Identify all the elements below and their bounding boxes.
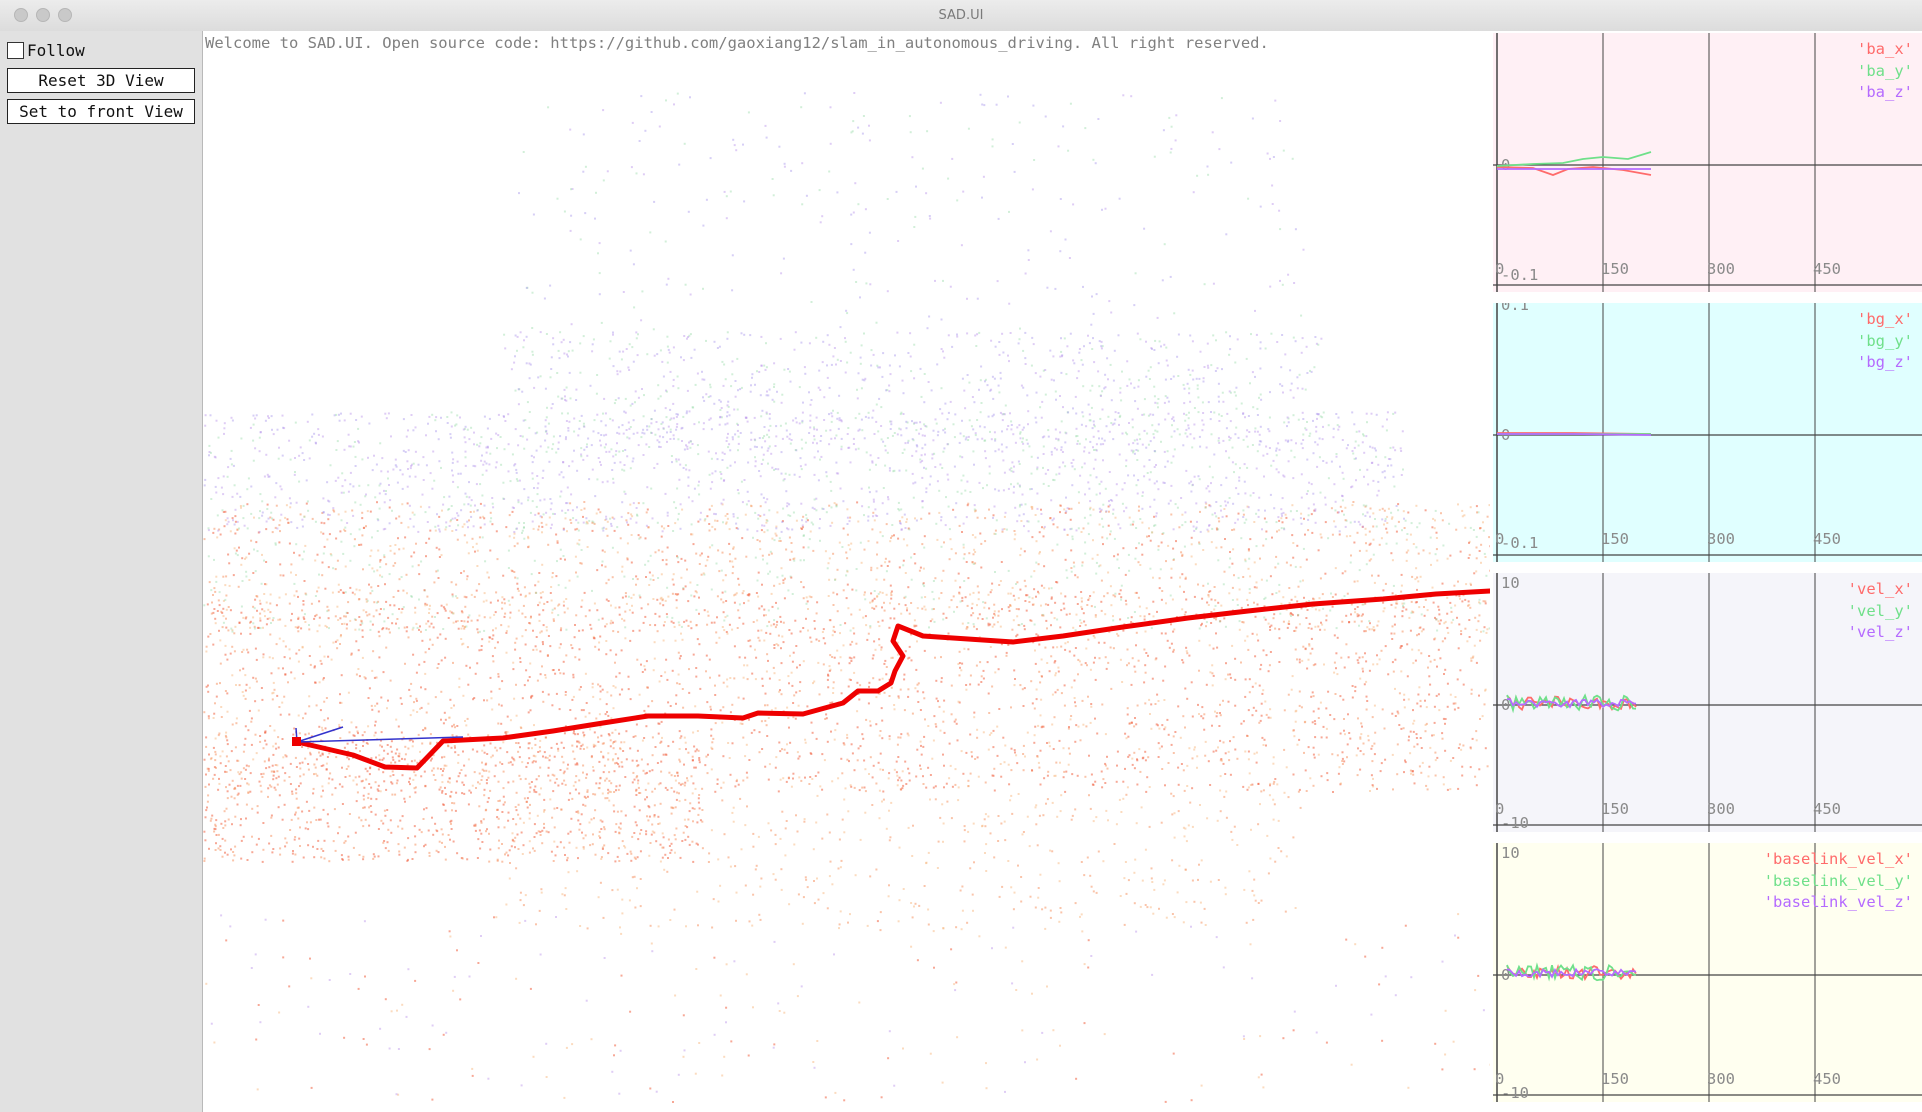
y-tick-label: -10 bbox=[1501, 1084, 1529, 1102]
set-front-view-button[interactable]: Set to front View bbox=[7, 99, 195, 124]
y-tick-label: 10 bbox=[1501, 574, 1520, 592]
plot-legend: 'ba_x' 'ba_y' 'ba_z' bbox=[1857, 39, 1913, 104]
legend-baselink-vel-x: 'baselink_vel_x' bbox=[1763, 850, 1913, 868]
reset-3d-view-button[interactable]: Reset 3D View bbox=[7, 68, 195, 93]
follow-checkbox[interactable] bbox=[7, 41, 24, 59]
plot-ba: 0 150 300 450 0 -0.1 'ba_x' 'ba_y' 'ba_z' bbox=[1493, 33, 1922, 292]
x-tick-label: 300 bbox=[1707, 260, 1735, 278]
x-tick-label: 300 bbox=[1707, 800, 1735, 818]
series-line-z bbox=[1497, 433, 1652, 436]
legend-ba-x: 'ba_x' bbox=[1857, 40, 1913, 58]
legend-bg-z: 'bg_z' bbox=[1857, 353, 1913, 371]
legend-vel-y: 'vel_y' bbox=[1847, 601, 1913, 620]
plot-legend: 'bg_x' 'bg_y' 'bg_z' bbox=[1857, 309, 1913, 374]
follow-toggle[interactable]: Follow bbox=[7, 39, 85, 61]
legend-vel-z: 'vel_z' bbox=[1847, 623, 1913, 641]
x-tick-label: 450 bbox=[1813, 260, 1841, 278]
legend-baselink-vel-y: 'baselink_vel_y' bbox=[1763, 871, 1913, 890]
plot-baselink-vel: 0 150 300 450 10 0 -10 'baselink_vel_x' 'basel… bbox=[1493, 843, 1922, 1102]
plot-vel: 0 150 300 450 10 0 -10 'vel_x' 'vel_y' 'vel_z' bbox=[1493, 573, 1922, 832]
y-tick-label: -0.1 bbox=[1501, 266, 1538, 284]
x-tick-label: 150 bbox=[1601, 1070, 1629, 1088]
app-window: SAD.UI Follow Reset 3D View Set to front… bbox=[0, 0, 1922, 1112]
legend-bg-x: 'bg_x' bbox=[1857, 310, 1913, 328]
control-panel: Follow Reset 3D View Set to front View bbox=[0, 31, 203, 1112]
y-tick-label: 10 bbox=[1501, 844, 1520, 862]
x-tick-label: 300 bbox=[1707, 530, 1735, 548]
title-bar: SAD.UI bbox=[0, 0, 1922, 32]
welcome-message: Welcome to SAD.UI. Open source code: htt… bbox=[205, 34, 1269, 52]
x-tick-label: 450 bbox=[1813, 1070, 1841, 1088]
legend-ba-y: 'ba_y' bbox=[1857, 61, 1913, 80]
y-tick-label: -0.1 bbox=[1501, 534, 1538, 552]
x-tick-label: 450 bbox=[1813, 800, 1841, 818]
y-tick-label: -10 bbox=[1501, 814, 1529, 832]
legend-ba-z: 'ba_z' bbox=[1857, 83, 1913, 101]
y-tick-label: 0.1 bbox=[1501, 303, 1529, 314]
plot-panel: 0 150 300 450 0 -0.1 'ba_x' 'ba_y' 'ba_z' 0 15… bbox=[1490, 31, 1922, 1112]
plot-bg: 0 150 300 450 0.1 0 -0.1 'bg_x' 'bg_y' 'bg_z' bbox=[1493, 303, 1922, 562]
point-cloud bbox=[203, 92, 1490, 1103]
plot-legend: 'vel_x' 'vel_y' 'vel_z' bbox=[1848, 579, 1913, 644]
window-title: SAD.UI bbox=[938, 8, 984, 23]
point-cloud-canvas[interactable] bbox=[203, 31, 1490, 1112]
y-tick-label: 0 bbox=[1501, 426, 1510, 444]
3d-map-viewport[interactable]: Welcome to SAD.UI. Open source code: htt… bbox=[203, 31, 1490, 1112]
x-tick-label: 300 bbox=[1707, 1070, 1735, 1088]
x-tick-label: 150 bbox=[1601, 260, 1629, 278]
follow-label: Follow bbox=[27, 40, 85, 60]
x-tick-label: 450 bbox=[1813, 530, 1841, 548]
legend-vel-x: 'vel_x' bbox=[1847, 580, 1913, 598]
legend-bg-y: 'bg_y' bbox=[1857, 331, 1913, 350]
plot-legend: 'baselink_vel_x' 'baselink_vel_y' 'basel… bbox=[1764, 849, 1913, 914]
x-tick-label: 150 bbox=[1601, 530, 1629, 548]
legend-baselink-vel-z: 'baselink_vel_z' bbox=[1763, 893, 1913, 911]
x-tick-label: 150 bbox=[1601, 800, 1629, 818]
